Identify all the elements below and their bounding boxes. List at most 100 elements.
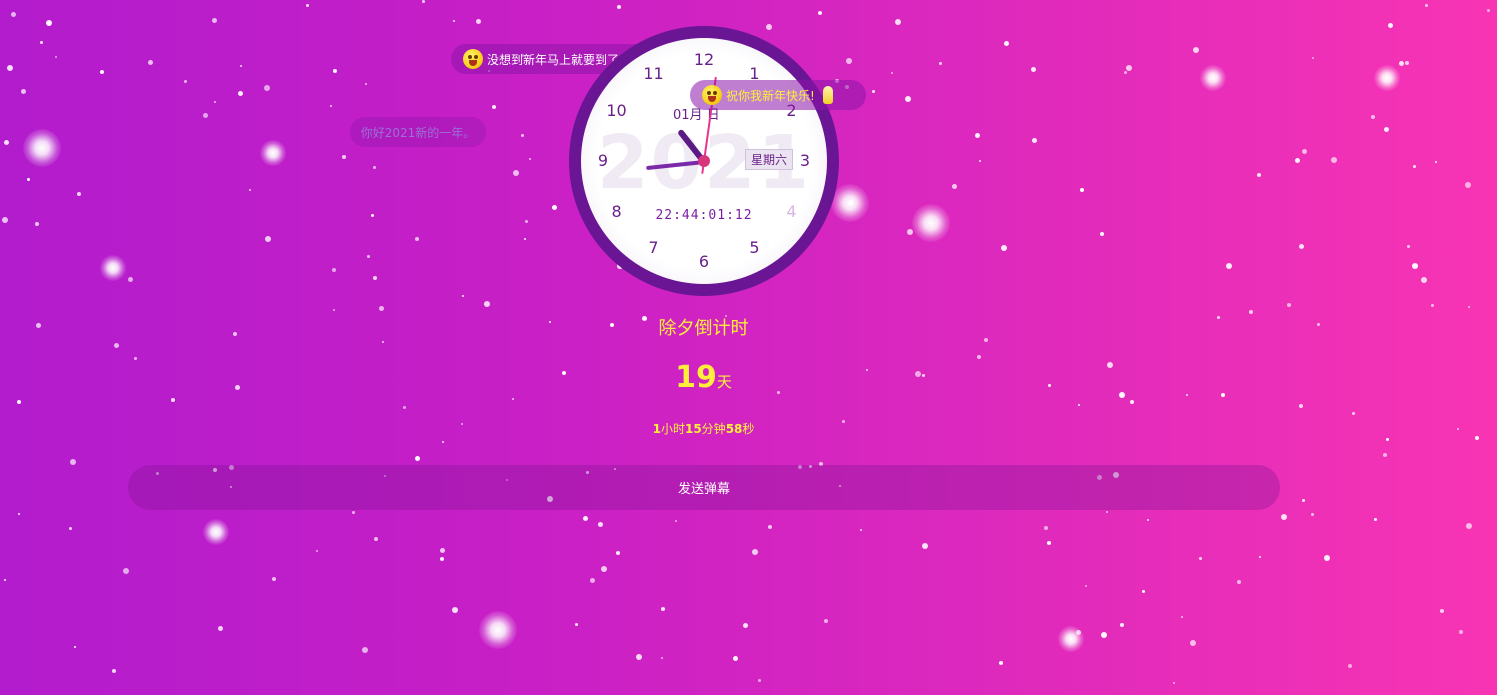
clock-number: 10 bbox=[606, 100, 627, 120]
star-dot bbox=[1302, 499, 1305, 502]
star-dot bbox=[905, 96, 911, 102]
glow-dot bbox=[100, 255, 126, 281]
star-dot bbox=[453, 20, 455, 22]
clock-face: 2021 121234567891011 01月 日 星期六 22:44:01:… bbox=[581, 38, 827, 284]
star-dot bbox=[1384, 127, 1389, 132]
countdown-seconds-value: 58 bbox=[725, 422, 743, 436]
star-dot bbox=[373, 276, 377, 280]
star-dot bbox=[7, 65, 13, 71]
star-dot bbox=[1281, 514, 1287, 520]
star-dot bbox=[1226, 263, 1232, 269]
star-dot bbox=[492, 105, 496, 109]
star-dot bbox=[452, 607, 458, 613]
star-dot bbox=[521, 134, 524, 137]
star-dot bbox=[272, 577, 276, 581]
countdown-minutes-unit: 分钟 bbox=[701, 422, 726, 436]
star-dot bbox=[55, 56, 57, 58]
danmu-bubble: 祝你我新年快乐! bbox=[690, 80, 866, 110]
star-dot bbox=[975, 133, 980, 138]
star-dot bbox=[240, 65, 242, 67]
star-dot bbox=[1431, 304, 1434, 307]
star-dot bbox=[979, 160, 981, 162]
danmu-text: 没想到新年马上就要到了 bbox=[487, 52, 620, 67]
star-dot bbox=[733, 656, 738, 661]
star-dot bbox=[752, 549, 758, 555]
glow-dot bbox=[260, 140, 286, 166]
star-dot bbox=[238, 91, 243, 96]
star-dot bbox=[306, 4, 309, 7]
star-dot bbox=[442, 441, 444, 443]
star-dot bbox=[218, 626, 223, 631]
star-dot bbox=[1413, 165, 1416, 168]
star-dot bbox=[617, 5, 621, 9]
star-dot bbox=[374, 537, 378, 541]
star-dot bbox=[171, 398, 175, 402]
star-dot bbox=[575, 623, 578, 626]
star-dot bbox=[148, 60, 153, 65]
star-dot bbox=[1199, 557, 1202, 560]
star-dot bbox=[1004, 41, 1009, 46]
star-dot bbox=[1142, 590, 1145, 593]
star-dot bbox=[1173, 682, 1175, 684]
star-dot bbox=[352, 511, 355, 514]
star-dot bbox=[1257, 173, 1261, 177]
star-dot bbox=[249, 189, 251, 191]
star-dot bbox=[484, 301, 490, 307]
star-dot bbox=[184, 80, 187, 83]
star-dot bbox=[440, 548, 445, 553]
star-dot bbox=[1324, 555, 1330, 561]
star-dot bbox=[1459, 630, 1463, 634]
star-dot bbox=[21, 89, 26, 94]
clock-number: 9 bbox=[597, 151, 609, 170]
glow-dot bbox=[203, 519, 229, 545]
star-dot bbox=[1487, 9, 1490, 12]
countdown-days-unit: 天 bbox=[716, 373, 732, 391]
star-dot bbox=[1287, 303, 1291, 307]
star-dot bbox=[939, 62, 942, 65]
glow-dot bbox=[831, 184, 869, 222]
star-dot bbox=[1421, 277, 1427, 283]
star-dot bbox=[513, 170, 519, 176]
star-dot bbox=[422, 0, 425, 3]
star-dot bbox=[1193, 47, 1199, 53]
star-dot bbox=[636, 654, 642, 660]
star-dot bbox=[1383, 453, 1387, 457]
star-dot bbox=[1352, 412, 1355, 415]
star-dot bbox=[1001, 245, 1007, 251]
star-dot bbox=[891, 72, 893, 74]
star-dot bbox=[203, 113, 208, 118]
star-dot bbox=[128, 277, 133, 282]
star-dot bbox=[922, 543, 928, 549]
star-dot bbox=[11, 12, 16, 17]
clock-number: 6 bbox=[698, 252, 710, 271]
star-dot bbox=[403, 406, 406, 409]
send-danmu-button[interactable]: 发送弹幕 bbox=[128, 465, 1280, 510]
star-dot bbox=[675, 520, 677, 522]
star-dot bbox=[1299, 404, 1303, 408]
glow-dot bbox=[479, 611, 517, 649]
clock-number: 12 bbox=[693, 50, 715, 69]
star-dot bbox=[1120, 623, 1124, 627]
star-dot bbox=[824, 619, 828, 623]
star-dot bbox=[895, 19, 901, 25]
star-dot bbox=[371, 214, 374, 217]
star-dot bbox=[1078, 404, 1080, 406]
star-dot bbox=[123, 568, 129, 574]
star-dot bbox=[1405, 61, 1409, 65]
danmu-text: 你好2021新的一年。 bbox=[360, 125, 476, 140]
star-dot bbox=[367, 255, 370, 258]
star-dot bbox=[1126, 65, 1132, 71]
tongue-face-icon bbox=[702, 85, 722, 105]
star-dot bbox=[661, 657, 663, 659]
star-dot bbox=[848, 200, 854, 206]
star-dot bbox=[1299, 244, 1304, 249]
star-dot bbox=[1044, 526, 1048, 530]
star-dot bbox=[1466, 523, 1472, 529]
star-dot bbox=[476, 19, 481, 24]
star-dot bbox=[661, 607, 665, 611]
star-dot bbox=[214, 101, 216, 103]
star-dot bbox=[616, 551, 620, 555]
star-dot bbox=[1371, 115, 1375, 119]
star-dot bbox=[1302, 149, 1307, 154]
star-dot bbox=[818, 11, 822, 15]
